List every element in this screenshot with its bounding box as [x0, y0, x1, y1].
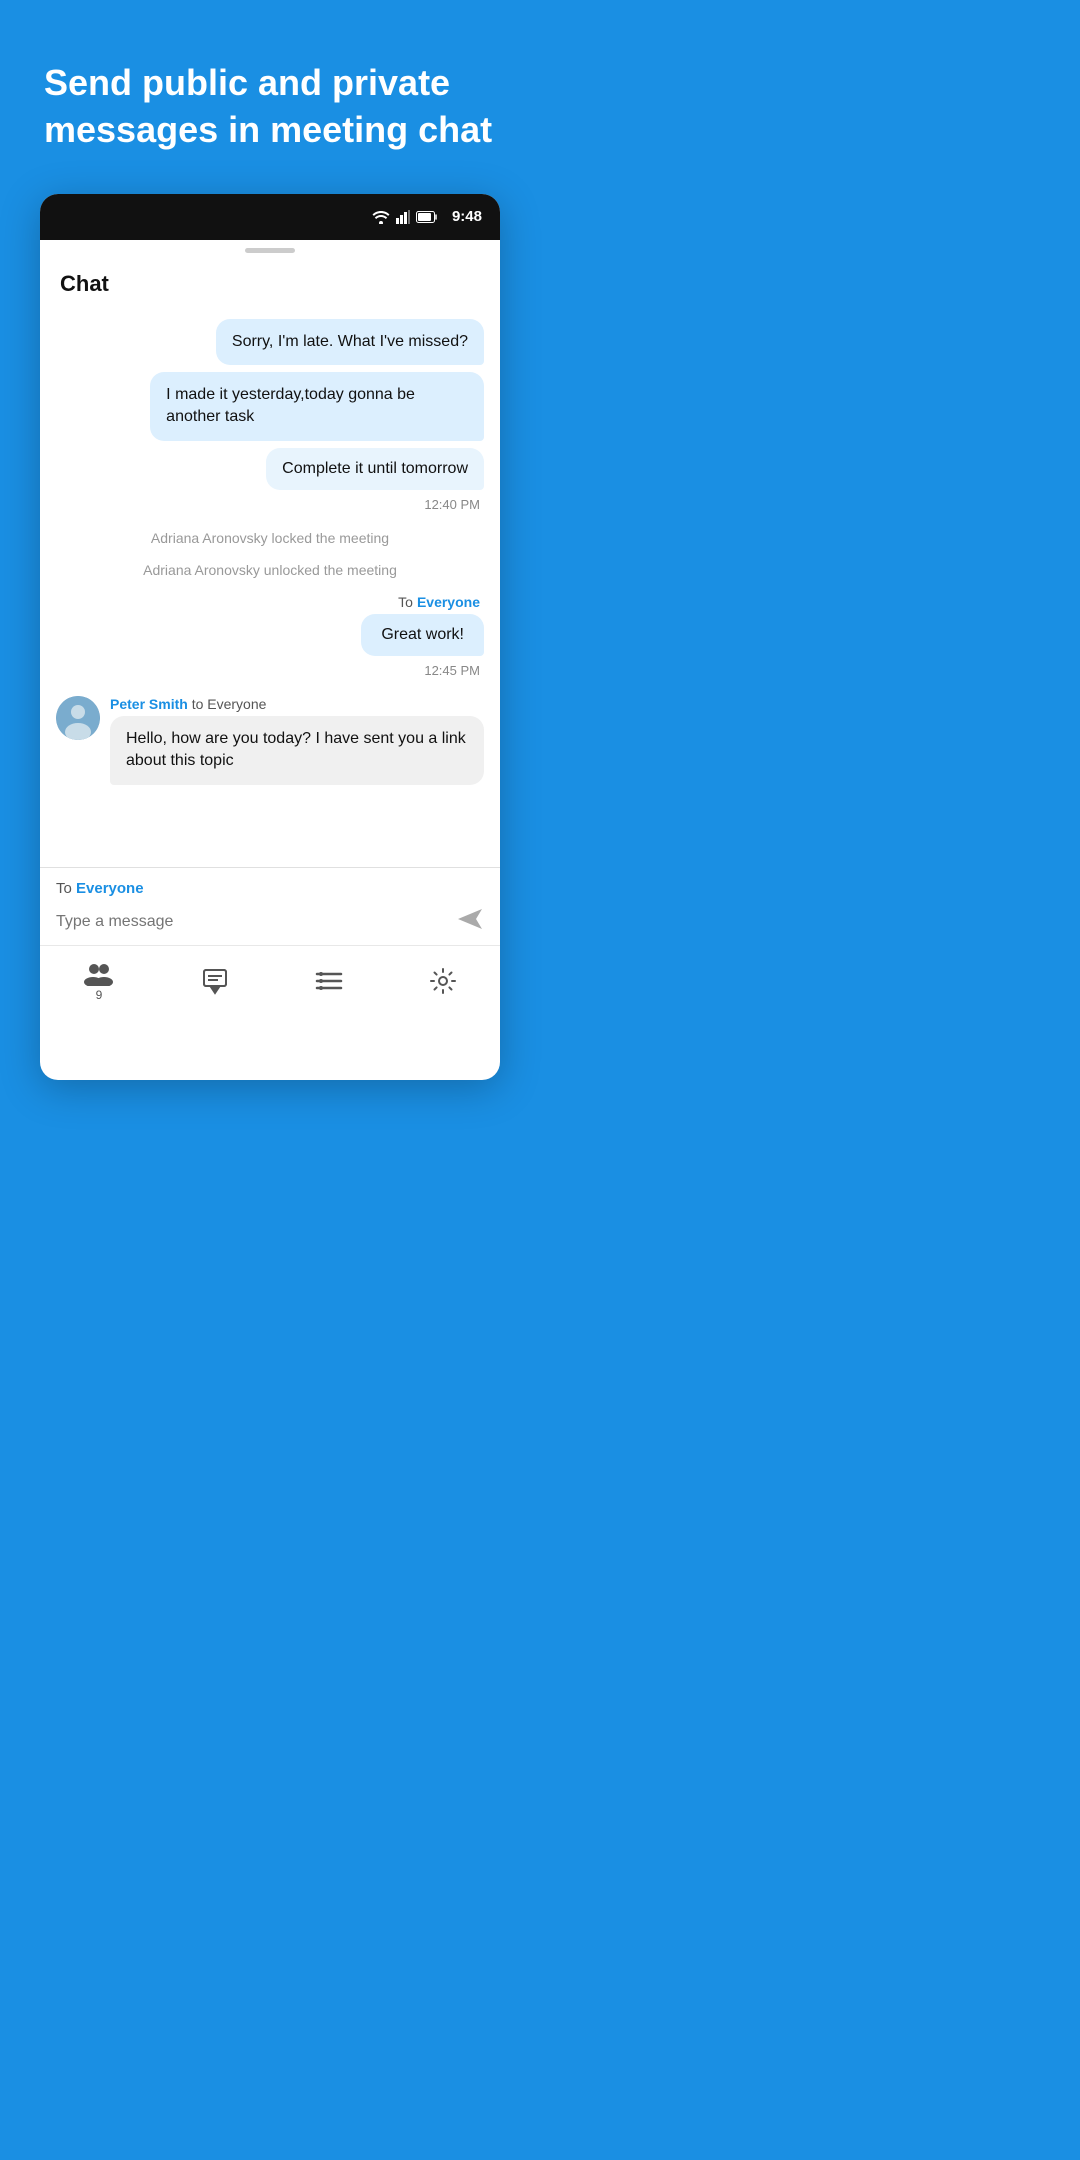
drag-handle — [40, 240, 500, 257]
incoming-content: Peter Smith to Everyone Hello, how are y… — [110, 696, 484, 785]
sender-to: to Everyone — [192, 696, 267, 712]
chat-messages: Sorry, I'm late. What I've missed? I mad… — [40, 307, 500, 867]
chat-icon — [201, 967, 229, 995]
nav-settings[interactable] — [429, 967, 457, 995]
system-unlocked: Adriana Aronovsky unlocked the meeting — [56, 556, 484, 584]
nav-more[interactable] — [315, 967, 343, 995]
drag-handle-bar — [245, 248, 295, 253]
message-input-row — [56, 907, 484, 937]
status-icons — [372, 210, 438, 224]
peter-avatar-svg — [56, 696, 100, 740]
send-button[interactable] — [456, 907, 484, 937]
input-area: To Everyone — [40, 868, 500, 945]
signal-icon — [396, 210, 410, 224]
wifi-icon — [372, 210, 390, 224]
to-everyone-row: To Everyone — [56, 594, 484, 610]
everyone-link-1[interactable]: Everyone — [417, 594, 480, 610]
more-icon — [315, 967, 343, 995]
nav-chat[interactable] — [201, 967, 229, 995]
sender-row: Peter Smith to Everyone — [110, 696, 484, 712]
bubble-incoming: Hello, how are you today? I have sent yo… — [110, 716, 484, 785]
battery-icon — [416, 211, 438, 223]
system-locked: Adriana Aronovsky locked the meeting — [56, 524, 484, 552]
settings-icon — [429, 967, 457, 995]
incoming-peter: Peter Smith to Everyone Hello, how are y… — [56, 696, 484, 785]
everyone-link-input[interactable]: Everyone — [76, 880, 144, 897]
hero-title: Send public and private messages in meet… — [0, 0, 540, 194]
bottom-nav: 9 — [40, 945, 500, 1020]
peter-avatar — [56, 696, 100, 740]
chat-header: Chat — [40, 257, 500, 307]
status-time: 9:48 — [452, 208, 482, 225]
bubble-great-work: Great work! — [361, 614, 484, 656]
status-bar: 9:48 — [40, 194, 500, 240]
timestamp-1240: 12:40 PM — [424, 497, 484, 512]
to-label-1: To — [398, 594, 413, 610]
bubble-complete: Complete it until tomorrow — [266, 448, 484, 490]
sender-name: Peter Smith — [110, 696, 188, 712]
chat-title: Chat — [60, 271, 480, 297]
bubble-sorry: Sorry, I'm late. What I've missed? — [216, 319, 484, 365]
avatar-img — [56, 696, 100, 740]
to-label-input: To — [56, 880, 76, 897]
to-row: To Everyone — [56, 880, 484, 897]
send-icon — [456, 907, 484, 931]
phone-frame: 9:48 Chat Sorry, I'm late. What I've mis… — [40, 194, 500, 1080]
bubble-yesterday: I made it yesterday,today gonna be anoth… — [150, 372, 484, 441]
nav-participants[interactable]: 9 — [83, 960, 115, 1002]
timestamp-1245: 12:45 PM — [424, 663, 484, 678]
participants-badge: 9 — [96, 988, 103, 1002]
participants-icon — [83, 960, 115, 986]
message-input[interactable] — [56, 913, 446, 931]
